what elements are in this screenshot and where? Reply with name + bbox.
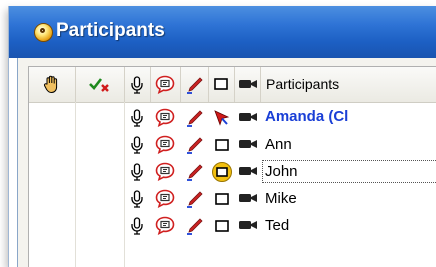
chat-bubble-icon[interactable] <box>155 189 175 208</box>
chat-bubble-icon[interactable] <box>155 162 175 181</box>
annotate-pen-icon[interactable] <box>186 109 204 127</box>
whiteboard-icon <box>214 78 228 90</box>
presenter-pointer-icon[interactable] <box>213 109 231 127</box>
microphone-icon[interactable] <box>130 217 144 235</box>
video-camera-icon <box>239 80 257 88</box>
whiteboard-icon[interactable] <box>215 139 229 151</box>
microphone-icon <box>131 76 143 94</box>
participants-window: Participants Participants Amanda (Cl Ann… <box>8 6 436 267</box>
participants-column-label: Participants <box>266 76 340 92</box>
participant-row[interactable]: Ann <box>29 131 436 158</box>
column-participants[interactable]: Participants <box>260 67 436 102</box>
column-annotate[interactable] <box>180 67 209 102</box>
participant-row[interactable]: Ted <box>29 212 436 239</box>
microphone-icon[interactable] <box>130 109 144 127</box>
column-video[interactable] <box>234 67 261 102</box>
video-camera-icon[interactable] <box>238 111 258 123</box>
annotate-pen-icon[interactable] <box>186 217 204 235</box>
annotate-pen-icon[interactable] <box>186 136 204 154</box>
chat-bubble-icon[interactable] <box>155 108 175 127</box>
microphone-icon[interactable] <box>130 163 144 181</box>
annotate-pen-icon <box>187 77 203 94</box>
chat-bubble-icon[interactable] <box>155 216 175 235</box>
column-raise-hand[interactable] <box>29 67 76 102</box>
participants-grid: Participants Amanda (Cl Ann John Mike Te… <box>28 66 436 267</box>
video-camera-icon[interactable] <box>238 165 258 177</box>
annotate-pen-icon[interactable] <box>186 190 204 208</box>
column-microphone[interactable] <box>124 67 151 102</box>
title-bar[interactable]: Participants <box>9 6 436 58</box>
participant-name: Ted <box>265 217 290 234</box>
app-logo-icon <box>34 23 53 42</box>
participant-row[interactable]: Mike <box>29 185 436 212</box>
participant-name: John <box>265 163 298 180</box>
participant-row[interactable]: John <box>29 158 436 185</box>
participant-row[interactable]: Amanda (Cl <box>29 104 436 131</box>
microphone-icon[interactable] <box>130 136 144 154</box>
annotate-pen-icon[interactable] <box>186 163 204 181</box>
chat-bubble-icon <box>155 75 175 94</box>
participant-name: Ann <box>265 136 292 153</box>
whiteboard-icon[interactable] <box>215 193 229 205</box>
microphone-icon[interactable] <box>130 190 144 208</box>
whiteboard-icon[interactable] <box>215 220 229 232</box>
column-whiteboard[interactable] <box>208 67 235 102</box>
video-camera-icon[interactable] <box>238 192 258 204</box>
grid-header: Participants <box>29 67 436 103</box>
approve-deny-icon <box>89 78 109 92</box>
participants-panel: Participants Amanda (Cl Ann John Mike Te… <box>17 58 436 267</box>
video-camera-icon[interactable] <box>238 138 258 150</box>
participant-name: Amanda (Cl <box>265 108 349 125</box>
chat-bubble-icon[interactable] <box>155 135 175 154</box>
whiteboard-active-icon[interactable] <box>211 161 233 183</box>
column-approve[interactable] <box>75 67 125 102</box>
column-chat[interactable] <box>150 67 181 102</box>
window-title: Participants <box>56 20 165 41</box>
raise-hand-icon <box>43 75 58 94</box>
participant-name: Mike <box>265 190 297 207</box>
video-camera-icon[interactable] <box>238 219 258 231</box>
